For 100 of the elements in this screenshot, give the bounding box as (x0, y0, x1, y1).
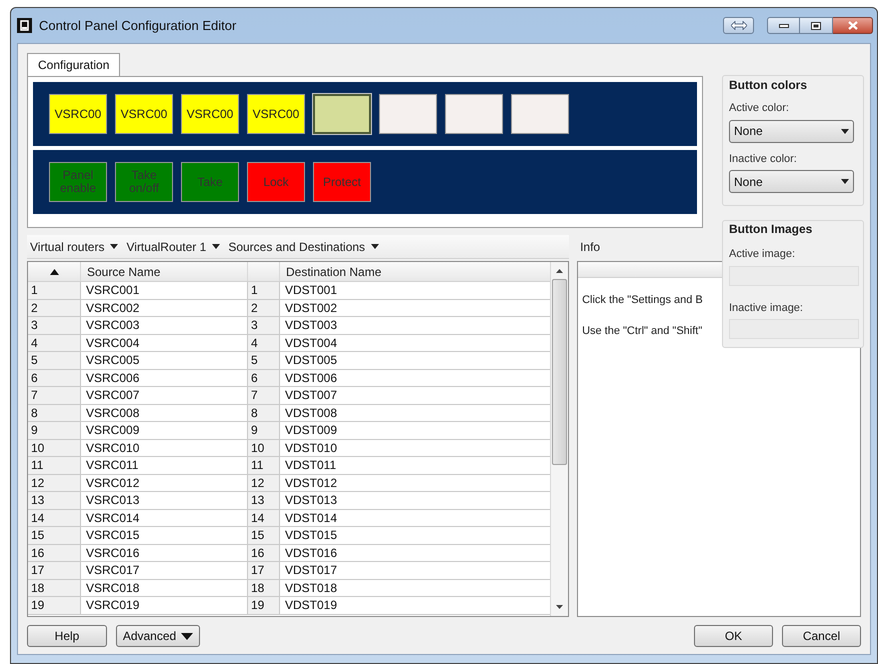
caret-icon (212, 244, 220, 249)
footer-button[interactable]: Help (27, 625, 107, 647)
row-number: 19 (28, 597, 81, 614)
info-title: Info (579, 239, 600, 256)
sort-up-icon (50, 268, 58, 274)
row-number: 3 (28, 317, 81, 334)
caret-icon (371, 244, 380, 249)
app-logo-icon (17, 18, 32, 33)
scroll-thumb[interactable] (552, 279, 568, 465)
row-number: 17 (28, 562, 81, 578)
info-text: Click the "Settings and B (582, 293, 703, 308)
dock-button[interactable] (723, 17, 754, 34)
caret-icon (181, 632, 194, 640)
row-number: 15 (28, 527, 81, 544)
table-cell-text: VDST002 (284, 300, 338, 316)
panel-button[interactable] (313, 94, 371, 134)
field-label: Inactive color: (729, 152, 798, 166)
table-cell-text: VDST018 (284, 580, 338, 596)
table-cell-text: VDST008 (284, 404, 338, 421)
row-number: 14 (248, 510, 280, 526)
panel-button[interactable]: VSRC00 (247, 94, 305, 134)
double-arrow-icon (730, 21, 746, 30)
row-number: 15 (248, 527, 280, 544)
table-cell-text: VDST005 (284, 352, 338, 368)
panel-button[interactable] (445, 94, 503, 134)
field-label: Active image: (729, 247, 796, 262)
table-cell-text: VDST014 (284, 510, 338, 526)
table-cell-text: VDST019 (284, 597, 338, 614)
footer-button[interactable]: OK (694, 625, 773, 647)
row-number: 17 (248, 562, 280, 578)
panel-button[interactable]: VSRC00 (181, 94, 239, 134)
dropdown[interactable]: None (729, 170, 854, 193)
row-number: 11 (248, 457, 280, 474)
row-number: 13 (248, 492, 280, 508)
table-cell-text: VDST017 (284, 562, 338, 578)
row-number: 14 (28, 510, 81, 526)
row-number: 4 (248, 334, 280, 351)
breadcrumb-dropdown[interactable]: Sources and Destinations (228, 238, 380, 256)
row-number: 12 (28, 474, 81, 491)
row-number: 4 (28, 334, 81, 351)
row-number: 1 (28, 282, 81, 298)
breadcrumb-dropdown[interactable]: VirtualRouter 1 (126, 238, 220, 256)
row-number: 6 (28, 370, 81, 386)
scrollbar[interactable] (550, 262, 568, 616)
maximize-icon (811, 22, 821, 30)
row-number: 13 (28, 492, 81, 508)
maximize-button[interactable] (800, 17, 833, 34)
minimize-button[interactable] (767, 17, 800, 34)
table-cell-text: VDST012 (284, 474, 338, 491)
panel-button[interactable] (379, 94, 437, 134)
row-number: 12 (248, 474, 280, 491)
group-title: Button Images (729, 221, 814, 238)
table-cell-text: VDST004 (284, 334, 338, 351)
row-number: 16 (248, 544, 280, 561)
table-cell-text: VDST003 (284, 317, 338, 334)
row-number: 3 (248, 317, 280, 334)
close-button[interactable] (833, 17, 873, 34)
tab[interactable]: Configuration (27, 53, 120, 76)
table-cell-text: VDST013 (284, 492, 338, 508)
group-title: Button colors (729, 77, 808, 94)
row-number: 18 (248, 580, 280, 596)
table-cell-text: VDST011 (284, 457, 338, 474)
row-number: 5 (248, 352, 280, 368)
column-header[interactable]: Destination Name (280, 262, 550, 281)
table-cell-text: VDST009 (284, 422, 338, 438)
row-number: 7 (248, 387, 280, 404)
dropdown[interactable]: None (729, 120, 854, 142)
window-title: Control Panel Configuration Editor (39, 16, 236, 35)
row-number: 8 (248, 404, 280, 421)
row-number: 2 (248, 300, 280, 316)
dropdown-button[interactable]: Advanced (116, 625, 200, 647)
row-number: 9 (248, 422, 280, 438)
row-number: 19 (248, 597, 280, 614)
table-cell-text: VDST007 (284, 387, 338, 404)
info-text: Use the "Ctrl" and "Shift" (582, 324, 702, 338)
row-number: 16 (28, 544, 81, 561)
panel-button[interactable]: VSRC00 (49, 94, 107, 134)
footer-button[interactable]: Cancel (782, 625, 861, 647)
row-number: 1 (248, 282, 280, 298)
table-cell-text: VDST015 (284, 527, 338, 544)
breadcrumb-dropdown[interactable]: Virtual routers (30, 238, 118, 256)
scroll-down-icon (556, 605, 564, 609)
row-number: 9 (28, 422, 81, 438)
table-cell-text: VDST010 (284, 440, 338, 456)
row-number: 10 (248, 440, 280, 456)
column-header[interactable]: Source Name (81, 262, 248, 281)
field-label: Inactive image: (729, 300, 804, 316)
row-number: 5 (28, 352, 81, 368)
row-number: 6 (248, 370, 280, 386)
field-label: Active color: (729, 101, 790, 116)
row-number: 2 (28, 300, 81, 316)
table-cell-text: VDST006 (284, 370, 338, 386)
panel-button[interactable]: VSRC00 (115, 94, 173, 134)
caret-icon (841, 179, 849, 184)
row-number: 7 (28, 387, 81, 404)
table-cell-text: VDST016 (284, 544, 338, 561)
caret-icon (841, 128, 849, 134)
panel-button[interactable] (511, 94, 569, 134)
row-number: 11 (28, 457, 81, 474)
row-number: 18 (28, 580, 81, 596)
